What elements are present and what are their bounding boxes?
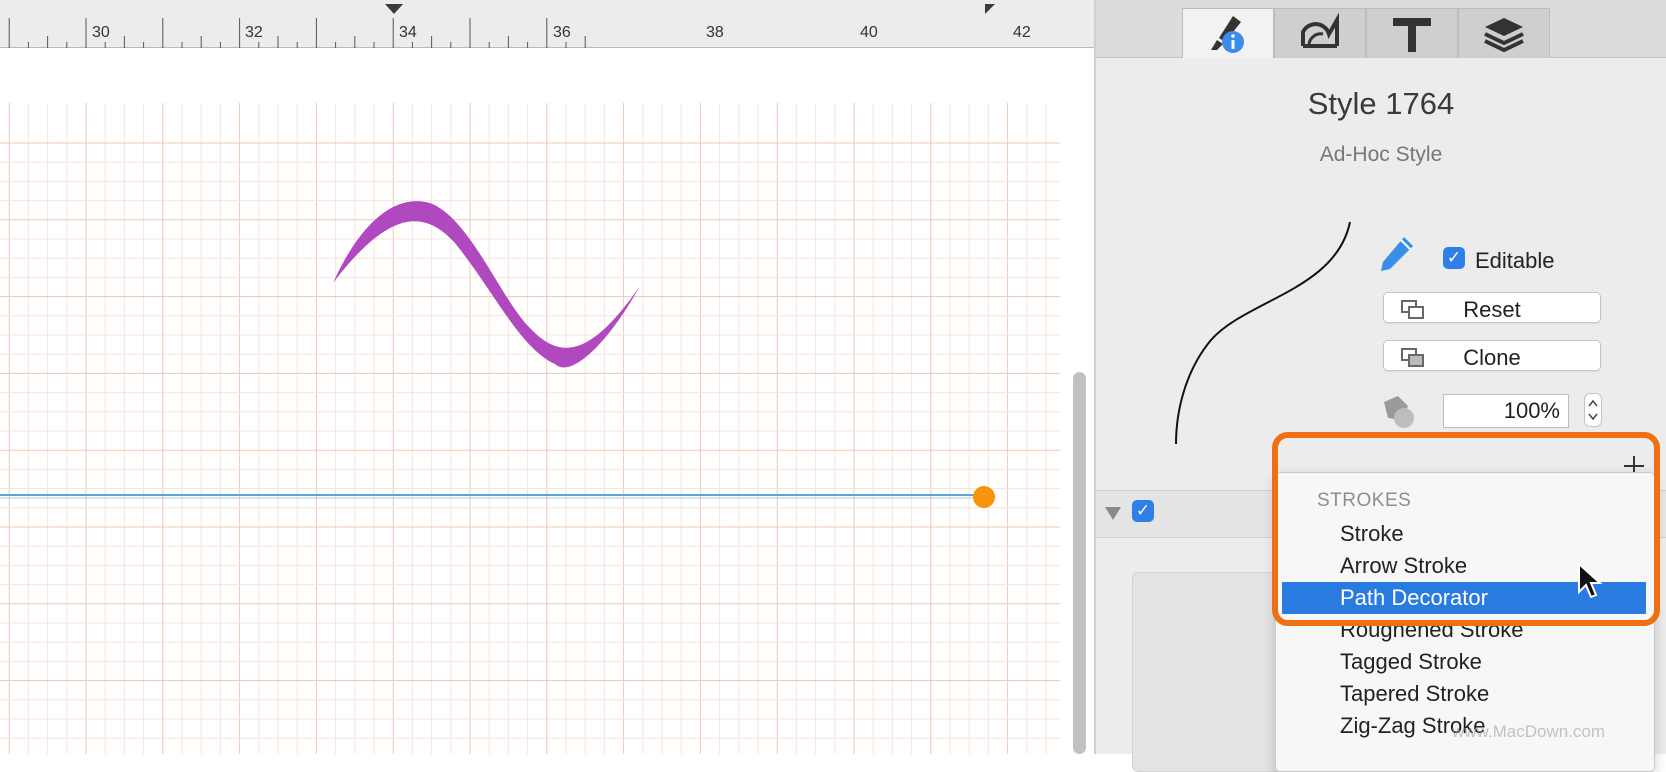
endpoint-handle[interactable] bbox=[973, 486, 995, 508]
drawing-canvas[interactable] bbox=[0, 48, 1094, 754]
menu-item-tagged-stroke[interactable]: Tagged Stroke bbox=[1282, 646, 1646, 678]
editable-label: Editable bbox=[1475, 248, 1555, 273]
editable-checkbox[interactable]: ✓ bbox=[1443, 247, 1465, 269]
annotation-highlight-box bbox=[1272, 432, 1660, 626]
canvas-drawing bbox=[0, 103, 1060, 754]
watermark: www.MacDown.com bbox=[1452, 722, 1606, 741]
ruler-tab-marker bbox=[985, 4, 995, 14]
vertical-scrollbar-thumb[interactable] bbox=[1073, 372, 1086, 754]
ruler-label-40: 40 bbox=[860, 24, 878, 41]
menu-item-tapered-stroke[interactable]: Tapered Stroke bbox=[1282, 678, 1646, 710]
reset-button-label: Reset bbox=[1463, 297, 1521, 322]
disclosure-triangle-icon[interactable] bbox=[1103, 504, 1123, 522]
grid bbox=[0, 103, 1060, 754]
opacity-field[interactable]: 100% bbox=[1443, 394, 1569, 428]
opacity-stepper[interactable] bbox=[1584, 393, 1602, 427]
ruler-label-36: 36 bbox=[553, 24, 571, 41]
tapered-wave-shape[interactable] bbox=[333, 201, 640, 368]
ruler-label-42: 42 bbox=[1013, 24, 1031, 41]
stepper-arrows-icon bbox=[1588, 399, 1598, 421]
clone-button-label: Clone bbox=[1463, 345, 1521, 370]
horizontal-ruler: 30 32 34 36 38 40 42 bbox=[0, 0, 1094, 48]
pencil-icon bbox=[1381, 237, 1413, 271]
ruler-ticks bbox=[8, 4, 995, 48]
ruler-label-38: 38 bbox=[706, 24, 724, 41]
layer-enabled-checkbox[interactable]: ✓ bbox=[1132, 500, 1154, 522]
opacity-icon bbox=[1384, 396, 1414, 428]
clone-button[interactable]: Clone bbox=[1383, 340, 1601, 371]
ruler-label-30: 30 bbox=[92, 24, 110, 41]
reset-button[interactable]: Reset bbox=[1383, 292, 1601, 323]
ruler-label-32: 32 bbox=[245, 24, 263, 41]
ruler-label-34: 34 bbox=[399, 24, 417, 41]
ruler-indent-marker bbox=[385, 4, 403, 14]
